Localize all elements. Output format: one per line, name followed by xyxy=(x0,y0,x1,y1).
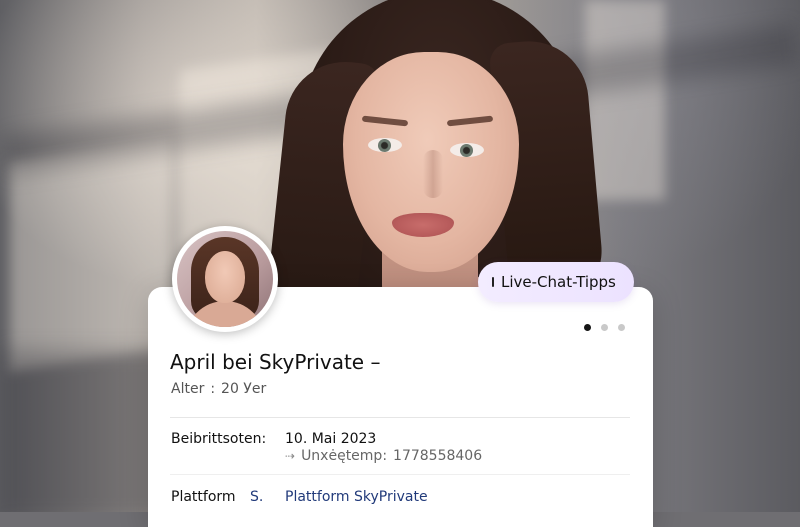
divider xyxy=(170,417,630,418)
joined-label: Beibrittsoten: xyxy=(171,431,267,447)
age-line: Alter : 20 Уer xyxy=(171,381,266,397)
window-light-right xyxy=(585,0,665,200)
divider-secondary xyxy=(170,474,630,475)
left-eye xyxy=(368,138,402,152)
platform-link[interactable]: Plattform SkyPrivate xyxy=(285,489,428,505)
platform-label: Plattform xyxy=(171,489,236,505)
avatar-face xyxy=(205,251,245,303)
live-chat-tips-badge[interactable]: Live-Chat-Tipps xyxy=(478,262,634,302)
unix-label: Unxėętemp: xyxy=(301,448,388,464)
link-icon: ⇢ xyxy=(285,449,296,463)
window-light-left xyxy=(10,138,170,372)
age-label: Alter xyxy=(171,381,205,397)
bullet-icon xyxy=(492,277,494,287)
age-separator: : xyxy=(210,381,216,397)
age-value: 20 Уer xyxy=(221,381,267,397)
profile-title: April bei SkyPrivate – xyxy=(170,350,381,374)
avatar-image xyxy=(177,231,273,327)
carousel-dot-3[interactable] xyxy=(618,324,625,331)
platform-short[interactable]: S. xyxy=(250,489,263,505)
joined-date: 10. Mai 2023 xyxy=(285,431,377,447)
profile-avatar[interactable] xyxy=(172,226,278,332)
badge-label: Live-Chat-Tipps xyxy=(501,273,616,291)
carousel-dot-2[interactable] xyxy=(601,324,608,331)
unix-value: 1778558406 xyxy=(393,448,483,464)
unix-timestamp-row: ⇢ Unxėętemp: 1778558406 xyxy=(285,448,482,464)
carousel-dot-1[interactable] xyxy=(584,324,591,331)
right-eye xyxy=(450,143,484,157)
nose xyxy=(423,150,443,198)
carousel-indicator xyxy=(584,324,625,331)
